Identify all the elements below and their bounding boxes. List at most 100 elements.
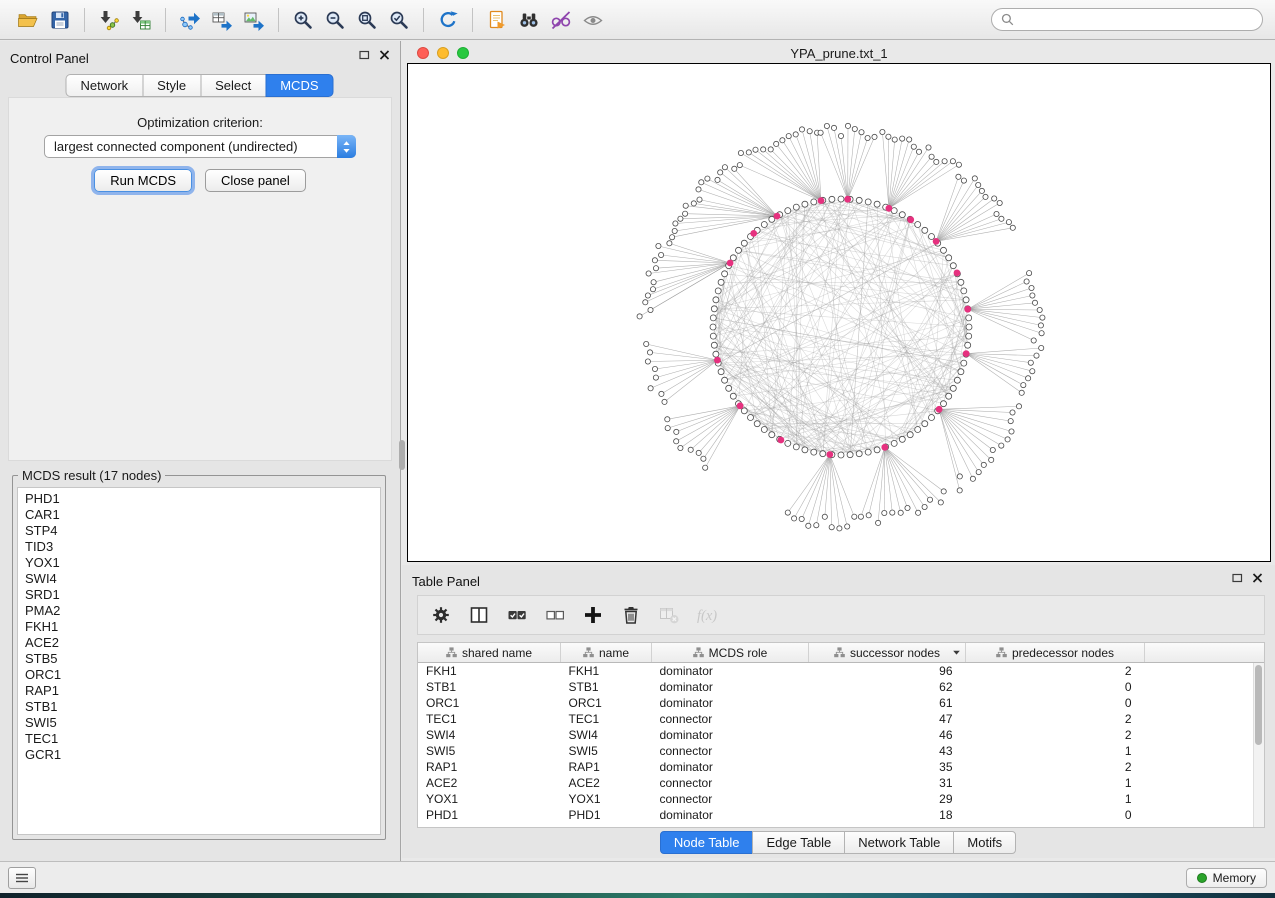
memory-button[interactable]: Memory [1186,868,1267,888]
show-details-button[interactable] [577,5,609,35]
mcds-result-item[interactable]: STB1 [25,699,380,715]
control-panel-close-icon[interactable] [379,50,390,60]
dropdown-stepper-icon [337,135,356,158]
export-table-button[interactable] [206,5,238,35]
export-document-button[interactable] [481,5,513,35]
table-row[interactable]: PHD1PHD1dominator180 [418,807,1264,823]
import-table-icon [130,9,152,31]
tab-select[interactable]: Select [200,74,266,97]
hide-details-icon [550,9,572,31]
table-scrollbar[interactable] [1253,663,1264,827]
table-tabs: Node TableEdge TableNetwork TableMotifs [402,831,1275,854]
zoom-selected-button[interactable] [383,5,415,35]
control-panel: Control Panel NetworkStyleSelectMCDS Opt… [0,41,401,862]
memory-label: Memory [1213,871,1256,885]
column-header-role[interactable]: MCDS role [652,643,809,663]
mcds-result-item[interactable]: STP4 [25,523,380,539]
search-network-button[interactable] [513,5,545,35]
zoom-in-button[interactable] [287,5,319,35]
zoom-out-button[interactable] [319,5,351,35]
scrollbar-thumb[interactable] [1255,665,1262,745]
network-graph[interactable] [408,64,1270,561]
table-row[interactable]: TEC1TEC1connector472 [418,711,1264,727]
import-table-button[interactable] [125,5,157,35]
deselect-all-icon [544,604,566,626]
column-header-name[interactable]: name [561,643,652,663]
splitter-handle[interactable] [399,440,405,470]
tab-mcds[interactable]: MCDS [265,74,333,97]
mcds-result-item[interactable]: SRD1 [25,587,380,603]
settings-gear-icon [430,604,452,626]
search-box[interactable] [991,8,1263,31]
export-image-button[interactable] [238,5,270,35]
refresh-button[interactable] [432,5,464,35]
select-all-icon [506,604,528,626]
mcds-result-item[interactable]: GCR1 [25,747,380,763]
add-column-button[interactable] [578,600,608,630]
mcds-result-item[interactable]: RAP1 [25,683,380,699]
table-panel-header: Table Panel [402,565,1275,591]
delete-column-button[interactable] [616,600,646,630]
close-panel-button[interactable]: Close panel [205,169,306,192]
tab-motifs[interactable]: Motifs [953,831,1016,854]
tab-network[interactable]: Network [65,74,143,97]
mcds-result-item[interactable]: ACE2 [25,635,380,651]
deselect-all-button[interactable] [540,600,570,630]
table-row[interactable]: YOX1YOX1connector291 [418,791,1264,807]
table-panel-float-icon[interactable] [1232,573,1243,583]
tab-node-table[interactable]: Node Table [660,831,754,854]
table-head: shared namenameMCDS rolesuccessor nodesp… [418,643,1264,663]
control-panel-float-icon[interactable] [359,50,370,60]
search-input[interactable] [1020,12,1253,28]
toolbar-icon-groups [12,5,609,35]
select-all-button[interactable] [502,600,532,630]
table-row[interactable]: STB1STB1dominator620 [418,679,1264,695]
mcds-result-item[interactable]: CAR1 [25,507,380,523]
table-row[interactable]: FKH1FKH1dominator962 [418,663,1264,680]
mcds-result-item[interactable]: SWI5 [25,715,380,731]
save-button[interactable] [44,5,76,35]
network-canvas[interactable] [407,63,1271,562]
table-row[interactable]: ORC1ORC1dominator610 [418,695,1264,711]
zoom-fit-button[interactable] [351,5,383,35]
table-panel-close-icon[interactable] [1252,573,1263,583]
save-icon [49,9,71,31]
mcds-result-item[interactable]: SWI4 [25,571,380,587]
export-network-button[interactable] [174,5,206,35]
import-network-button[interactable] [93,5,125,35]
mcds-result-item[interactable]: PHD1 [25,491,380,507]
function-builder-button[interactable]: f(x) [692,600,722,630]
tab-edge-table[interactable]: Edge Table [752,831,845,854]
table-row[interactable]: RAP1RAP1dominator352 [418,759,1264,775]
panel-list-button[interactable] [8,867,36,889]
column-header-predecessors[interactable]: predecessor nodes [966,643,1145,663]
mcds-result-item[interactable]: TEC1 [25,731,380,747]
mcds-result-item[interactable]: PMA2 [25,603,380,619]
mcds-result-item[interactable]: STB5 [25,651,380,667]
network-window-titlebar[interactable]: YPA_prune.txt_1 [407,45,1271,63]
open-folder-button[interactable] [12,5,44,35]
open-folder-icon [17,9,39,31]
table-row[interactable]: SWI4SWI4dominator462 [418,727,1264,743]
mcds-result-item[interactable]: YOX1 [25,555,380,571]
criterion-dropdown-value: largest connected component (undirected) [45,139,337,154]
mcds-result-item[interactable]: FKH1 [25,619,380,635]
table-row[interactable]: SWI5SWI5connector431 [418,743,1264,759]
settings-gear-button[interactable] [426,600,456,630]
table-toolbar: f(x) [417,595,1265,635]
mcds-result-list[interactable]: PHD1CAR1STP4TID3YOX1SWI4SRD1PMA2FKH1ACE2… [17,487,381,835]
show-column-button[interactable] [464,600,494,630]
run-mcds-button[interactable]: Run MCDS [94,169,192,192]
function-builder-icon: f(x) [696,604,718,626]
mcds-result-item[interactable]: ORC1 [25,667,380,683]
table-row[interactable]: ACE2ACE2connector311 [418,775,1264,791]
column-header-successors[interactable]: successor nodes [809,643,966,663]
hide-details-button[interactable] [545,5,577,35]
criterion-dropdown[interactable]: largest connected component (undirected) [44,135,356,158]
tab-style[interactable]: Style [142,74,201,97]
tab-network-table[interactable]: Network Table [844,831,954,854]
mcds-result-item[interactable]: TID3 [25,539,380,555]
delete-table-button[interactable] [654,600,684,630]
column-header-shared_name[interactable]: shared name [418,643,561,663]
table-body: FKH1FKH1dominator962STB1STB1dominator620… [418,663,1264,824]
